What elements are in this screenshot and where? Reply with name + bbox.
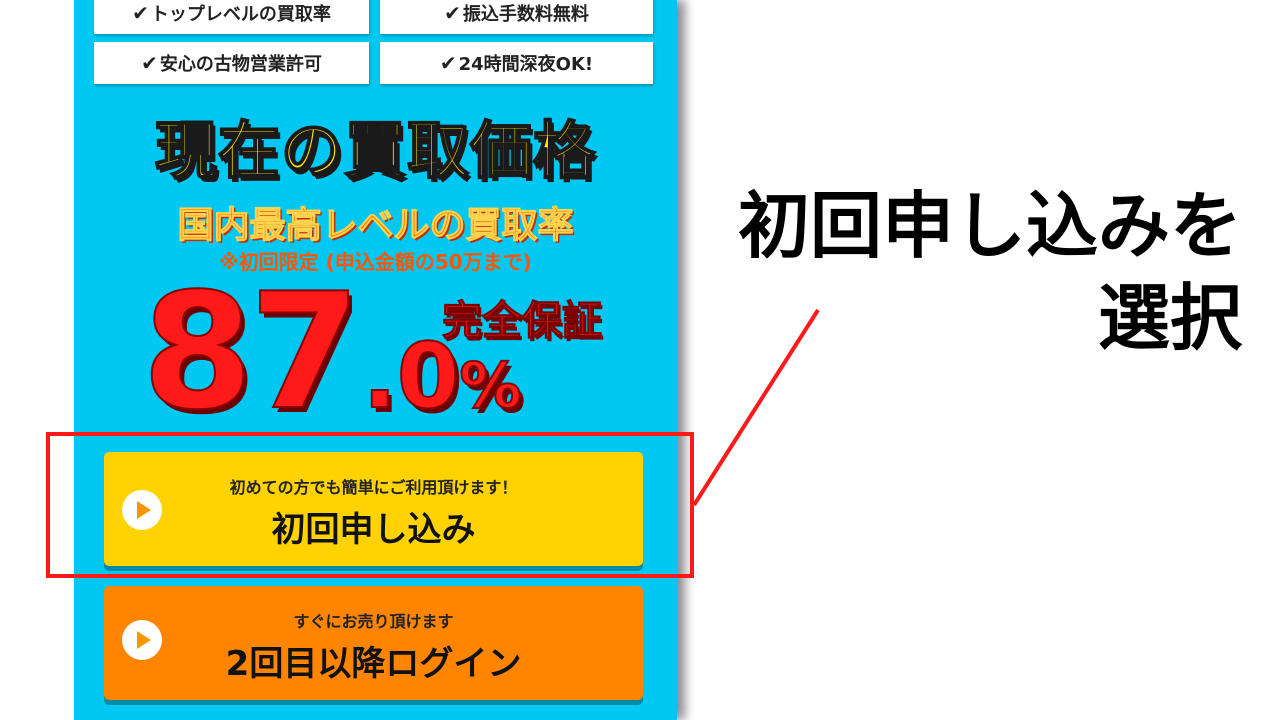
callout-line-2: 選択 <box>1097 276 1242 360</box>
instruction-callout: 初回申し込みを 選択 <box>738 180 1242 364</box>
callout-line-1: 初回申し込みを <box>737 184 1242 268</box>
